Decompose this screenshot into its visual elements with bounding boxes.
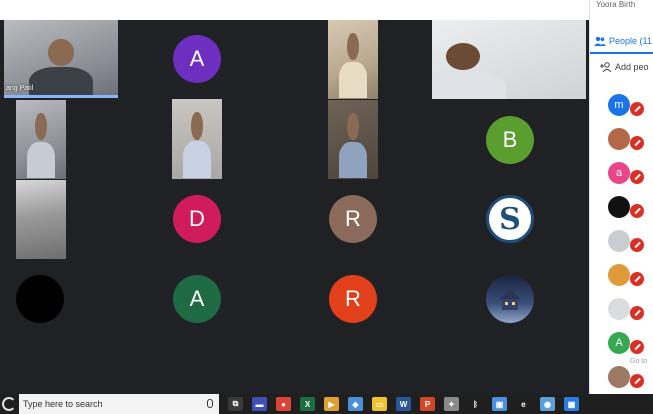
participant-row[interactable] (608, 298, 648, 322)
participant-avatar[interactable] (16, 275, 64, 323)
media-icon[interactable]: ▶ (324, 397, 339, 411)
participant-avatar-logo[interactable]: S (486, 195, 534, 243)
participant-figure (432, 42, 506, 99)
powerpoint-icon[interactable]: P (420, 397, 435, 411)
participant-list-avatar: a (608, 162, 630, 184)
house-night-icon (499, 290, 521, 310)
participant-avatar[interactable]: A (173, 275, 221, 323)
app-icon[interactable]: ◆ (348, 397, 363, 411)
active-speaker-indicator (4, 95, 118, 98)
participant-list-avatar (608, 230, 630, 252)
participant-avatar-image[interactable] (486, 275, 534, 323)
mic-off-icon (630, 238, 644, 252)
mic-off-icon (630, 170, 644, 184)
microphone-icon[interactable] (207, 399, 213, 408)
mic-off-icon (630, 374, 644, 388)
add-person-icon (600, 62, 612, 72)
participant-list-avatar: m (608, 94, 630, 116)
file-explorer-icon[interactable]: ▭ (372, 397, 387, 411)
participant-row[interactable] (608, 196, 648, 220)
add-people-label: Add peo (615, 62, 649, 72)
people-panel: Yoora Birth People (11 Add peo m a A Go to (589, 0, 653, 394)
mic-off-icon (630, 306, 644, 320)
participant-figure (339, 113, 367, 179)
mic-off-icon (630, 136, 644, 150)
participant-row[interactable] (608, 264, 648, 288)
mic-off-icon (630, 204, 644, 218)
bluetooth-icon[interactable]: ᛒ (468, 397, 483, 411)
participant-video-tile[interactable] (16, 180, 66, 259)
search-input[interactable] (23, 399, 193, 409)
pinned-apps: ⧉ ▬ ● X ▶ ◆ ▭ W P ✦ ᛒ ▣ e ◉ ▦ (219, 397, 579, 411)
meeting-stage: ang Patil A B D R S A R (0, 0, 589, 394)
add-people-button[interactable]: Add peo (600, 62, 649, 72)
taskbar-search[interactable] (19, 394, 219, 414)
participant-video-tile[interactable]: ang Patil (4, 20, 118, 98)
participant-video-tile[interactable] (328, 100, 378, 179)
participant-list-avatar (608, 196, 630, 218)
participant-avatar[interactable]: B (486, 116, 534, 164)
participant-list-avatar (608, 264, 630, 286)
excel-icon[interactable]: X (300, 397, 315, 411)
mic-off-icon (630, 102, 644, 116)
participant-figure (29, 38, 93, 98)
participant-list-avatar (608, 366, 630, 388)
participant-video-tile[interactable] (432, 20, 586, 99)
logo-s-icon: S (499, 201, 521, 237)
panel-top-text: Yoora Birth (596, 0, 636, 9)
participant-row[interactable] (608, 230, 648, 254)
participant-list-avatar (608, 298, 630, 320)
participant-video-tile[interactable] (172, 99, 222, 179)
participant-video-tile[interactable] (16, 100, 66, 179)
participant-avatar[interactable]: A (173, 35, 221, 83)
mic-off-icon (630, 340, 644, 354)
tab-people-label: People (11 (609, 36, 652, 46)
participant-figure (27, 113, 55, 179)
participant-figure (183, 112, 211, 179)
tab-people[interactable]: People (11 (594, 30, 653, 52)
participant-video-tile[interactable] (328, 20, 378, 99)
participant-avatar[interactable]: R (329, 195, 377, 243)
participant-avatar[interactable]: D (173, 195, 221, 243)
app-icon[interactable]: ▬ (252, 397, 267, 411)
participant-row[interactable]: a (608, 162, 648, 186)
participant-list-avatar: A (608, 332, 630, 354)
app-icon[interactable]: ◉ (540, 397, 555, 411)
word-icon[interactable]: W (396, 397, 411, 411)
app-icon[interactable]: ✦ (444, 397, 459, 411)
task-view-icon[interactable]: ⧉ (228, 397, 243, 411)
edge-icon[interactable]: e (516, 397, 531, 411)
chrome-icon[interactable]: ● (276, 397, 291, 411)
app-icon[interactable]: ▦ (564, 397, 579, 411)
participant-row[interactable] (608, 128, 648, 152)
tab-underline (590, 52, 653, 54)
app-icon[interactable]: ▣ (492, 397, 507, 411)
browser-top-strip (0, 0, 589, 20)
panel-bottom-text: Go to (630, 358, 648, 365)
participant-row[interactable] (608, 366, 648, 390)
mic-off-icon (630, 272, 644, 286)
people-icon (594, 36, 606, 46)
windows-taskbar: ⧉ ▬ ● X ▶ ◆ ▭ WP ✦ ᛒ ▣ e ◉ ▦ (0, 394, 653, 414)
participant-row[interactable]: m (608, 94, 648, 118)
start-cortana-icon[interactable] (2, 397, 16, 411)
participant-avatar[interactable]: R (329, 275, 377, 323)
participant-list-avatar (608, 128, 630, 150)
participant-row[interactable]: A (608, 332, 648, 356)
participant-figure (339, 33, 367, 99)
participant-name-tag: ang Patil (6, 85, 34, 92)
